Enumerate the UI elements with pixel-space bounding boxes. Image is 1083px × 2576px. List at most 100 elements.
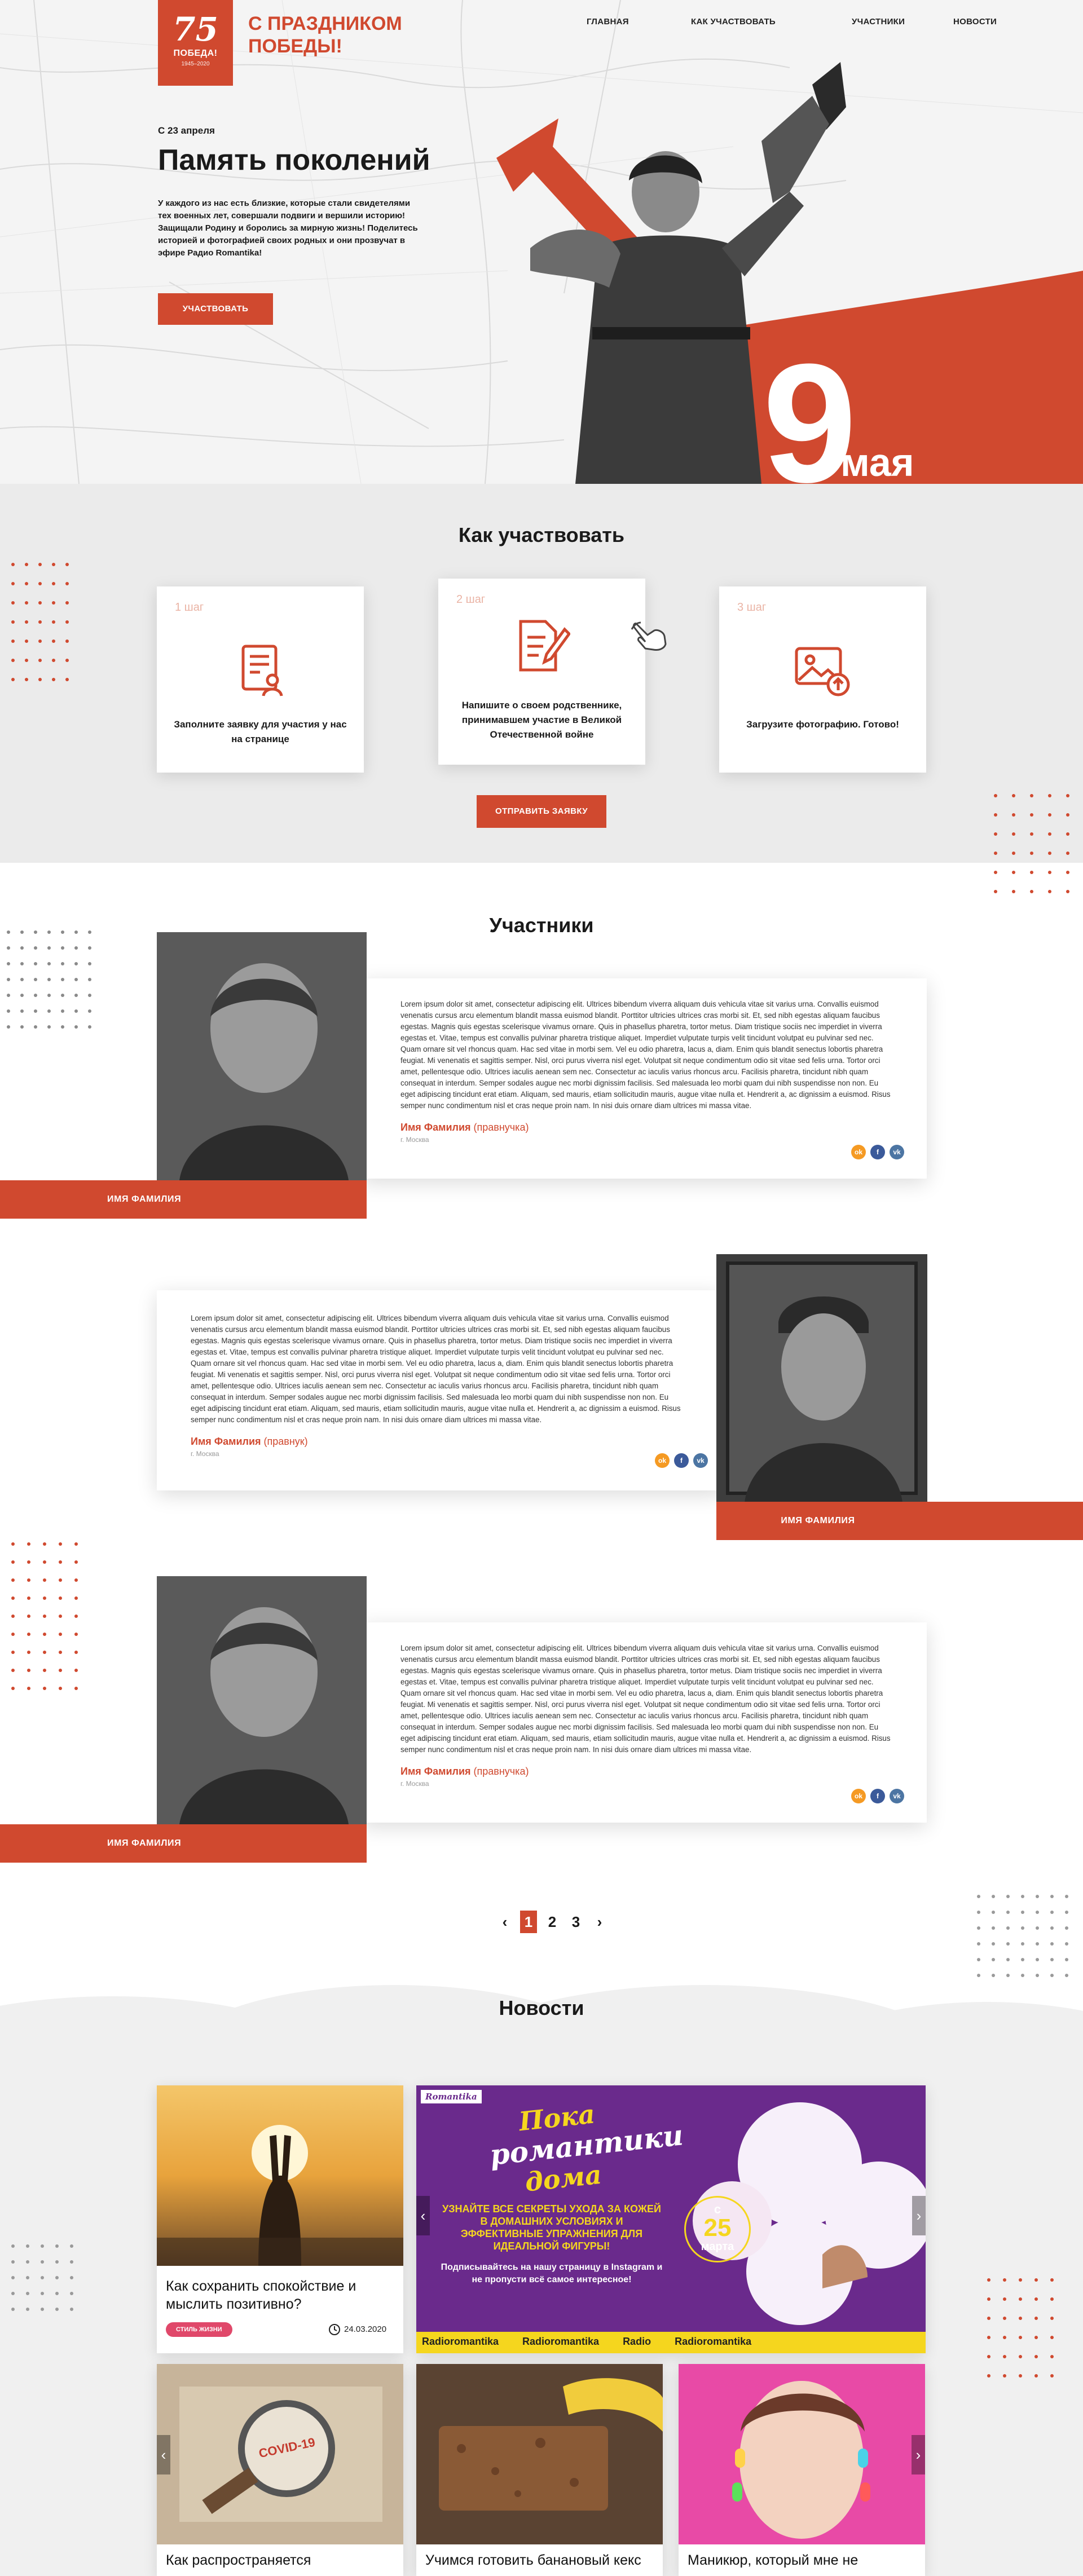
news-card[interactable]: Маникюр, который мне не › — [679, 2364, 925, 2576]
ok-share-icon[interactable]: ok — [655, 1453, 670, 1468]
prev-page-button[interactable]: ‹ — [496, 1911, 513, 1933]
decor-dot — [27, 1633, 30, 1636]
facebook-share-icon[interactable]: f — [870, 1145, 885, 1159]
vk-share-icon[interactable]: vk — [693, 1453, 708, 1468]
ok-share-icon[interactable]: ok — [851, 1789, 866, 1803]
news-card-title[interactable]: Как распространяется — [166, 2551, 394, 2569]
news-card[interactable]: Учимся готовить банановый кекс — [416, 2364, 663, 2576]
decor-dot — [1003, 2317, 1006, 2320]
decor-dot — [1065, 1895, 1068, 1898]
carousel-next-button[interactable]: › — [912, 2196, 926, 2235]
nav-participants[interactable]: УЧАСТНИКИ — [852, 17, 925, 27]
step-text: Заполните заявку для участия у нас на ст… — [174, 719, 347, 744]
decor-dot — [26, 2292, 29, 2295]
news-category-tag[interactable]: СТИЛЬ ЖИЗНИ — [166, 2322, 232, 2337]
dots-decoration-left — [11, 563, 79, 697]
decor-dot — [20, 978, 24, 981]
vk-share-icon[interactable]: vk — [890, 1789, 904, 1803]
facebook-share-icon[interactable]: f — [870, 1789, 885, 1803]
decor-dot — [11, 1596, 15, 1600]
decor-dot — [1065, 1926, 1068, 1930]
decor-dot — [34, 978, 37, 981]
decor-dot — [55, 2260, 59, 2264]
decor-dot — [38, 678, 42, 681]
carousel-prev-button[interactable]: ‹ — [157, 2435, 170, 2474]
decor-dot — [27, 1596, 30, 1600]
participant-card-text: Lorem ipsum dolor sit amet, consectetur … — [361, 1622, 927, 1823]
decor-dot — [1048, 871, 1051, 874]
decor-dot — [55, 2276, 59, 2279]
decor-dot — [27, 1687, 30, 1690]
facebook-share-icon[interactable]: f — [674, 1453, 689, 1468]
page-2-button[interactable]: 2 — [544, 1911, 561, 1933]
decor-dot — [11, 1687, 15, 1690]
decor-dot — [74, 1578, 78, 1582]
decor-dot — [27, 1542, 30, 1546]
decor-dot — [1036, 1895, 1039, 1898]
step-card-2[interactable]: 2 шаг Напишите о своем родственнике, при… — [438, 579, 645, 765]
page-1-button[interactable]: 1 — [520, 1911, 537, 1933]
decor-dot — [27, 1651, 30, 1654]
decor-dot — [1012, 813, 1015, 817]
author-name: Имя Фамилия — [400, 1766, 471, 1777]
victory-75-logo[interactable]: 75 ПОБЕДА! 1945–2020 — [158, 0, 233, 86]
author-city: г. Москва — [400, 1780, 429, 1788]
next-page-button[interactable]: › — [591, 1911, 608, 1933]
carousel-prev-button[interactable]: ‹ — [416, 2196, 430, 2235]
decor-dot — [1019, 2278, 1022, 2282]
submit-application-button[interactable]: ОТПРАВИТЬ ЗАЯВКУ — [477, 795, 606, 828]
decor-dot — [38, 601, 42, 605]
decor-dot — [34, 962, 37, 965]
brand-heading: С ПРАЗДНИКОМ ПОБЕДЫ! — [248, 12, 429, 58]
decor-dot — [59, 1578, 62, 1582]
decor-dot — [25, 659, 28, 662]
decor-dot — [59, 1542, 62, 1546]
decor-dot — [1006, 1895, 1010, 1898]
decor-dot — [26, 2308, 29, 2311]
decor-dot — [1030, 871, 1033, 874]
decor-dot — [994, 813, 997, 817]
banner-date-badge: с 25 марта — [684, 2196, 751, 2262]
decor-dot — [7, 1025, 10, 1029]
decor-dot — [20, 946, 24, 950]
decor-dot — [25, 582, 28, 585]
news-card[interactable]: Как сохранить спокойствие и мыслить пози… — [157, 2085, 403, 2353]
decor-dot — [55, 2308, 59, 2311]
promo-banner[interactable]: Romantika Пока романтики дома УЗНАЙТЕ ВС… — [416, 2085, 926, 2353]
nav-how[interactable]: КАК УЧАСТВОВАТЬ — [691, 17, 818, 27]
author-name: Имя Фамилия — [400, 1122, 471, 1133]
decor-dot — [74, 1633, 78, 1636]
decor-dot — [47, 978, 51, 981]
news-card[interactable]: COVID-19 Как распространяется ‹ — [157, 2364, 403, 2576]
decor-dot — [11, 1633, 15, 1636]
decor-dot — [88, 930, 91, 934]
author-relation: (правнук) — [263, 1436, 308, 1447]
document-pen-icon — [519, 620, 570, 672]
decor-dot — [34, 1009, 37, 1013]
participant-story: Lorem ipsum dolor sit amet, consectetur … — [400, 1000, 891, 1110]
participate-button[interactable]: УЧАСТВОВАТЬ — [158, 293, 273, 325]
vk-share-icon[interactable]: vk — [890, 1145, 904, 1159]
step-text: Загрузите фотографию. Готово! — [746, 719, 899, 730]
decor-dot — [25, 678, 28, 681]
nav-home[interactable]: ГЛАВНАЯ — [587, 17, 657, 27]
may-month-label: мая — [840, 440, 914, 484]
news-card-title[interactable]: Как сохранить спокойствие и мыслить пози… — [166, 2277, 394, 2313]
news-card-title[interactable]: Учимся готовить банановый кекс — [425, 2551, 654, 2569]
author-name: Имя Фамилия — [191, 1436, 261, 1447]
step-number: 3 шаг — [737, 601, 767, 614]
news-card-title[interactable]: Маникюр, который мне не — [688, 2551, 916, 2569]
decor-dot — [59, 1633, 62, 1636]
decor-dot — [11, 620, 15, 624]
decor-dot — [59, 1596, 62, 1600]
decor-dot — [1021, 1942, 1024, 1946]
decor-dot — [52, 639, 55, 643]
banner-subtext: Подписывайтесь на нашу страницу в Instag… — [441, 2262, 663, 2284]
decor-dot — [74, 1542, 78, 1546]
ok-share-icon[interactable]: ok — [851, 1145, 866, 1159]
page-3-button[interactable]: 3 — [567, 1911, 584, 1933]
author-relation: (правнучка) — [473, 1122, 529, 1133]
nav-news[interactable]: НОВОСТИ — [953, 17, 1010, 27]
decor-dot — [987, 2278, 990, 2282]
carousel-next-button[interactable]: › — [912, 2435, 925, 2474]
